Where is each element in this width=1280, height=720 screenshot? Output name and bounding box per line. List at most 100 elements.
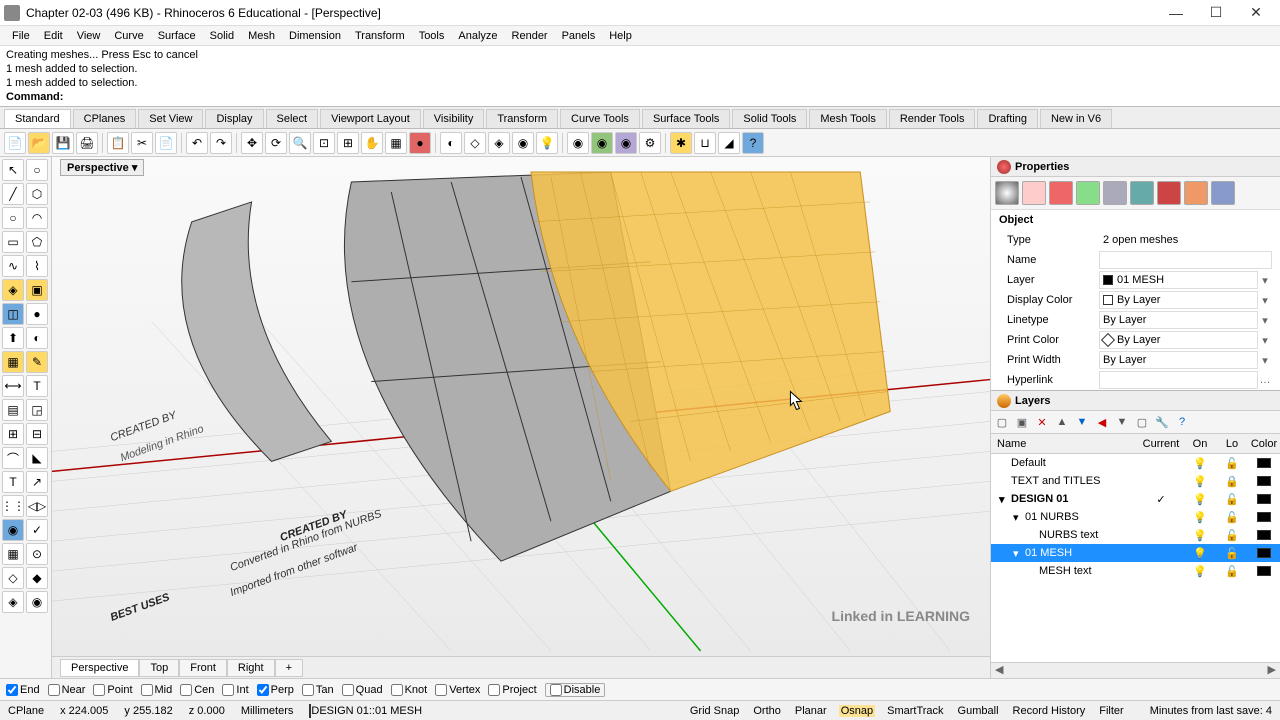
tab-mesh-tools[interactable]: Mesh Tools bbox=[809, 109, 886, 128]
tool-d-icon[interactable]: ◉ bbox=[26, 591, 48, 613]
ghosted-icon[interactable]: ◈ bbox=[488, 132, 510, 154]
polyline-icon[interactable]: ⬡ bbox=[26, 183, 48, 205]
rectangle-icon[interactable]: ▭ bbox=[2, 231, 24, 253]
prop-print-width[interactable]: Print Width By Layer▾ bbox=[991, 350, 1280, 370]
trim-icon[interactable]: ◢ bbox=[718, 132, 740, 154]
curve-icon[interactable]: ∿ bbox=[2, 255, 24, 277]
viewport[interactable]: Perspective ▾ bbox=[52, 157, 990, 678]
tools-icon[interactable]: 🔧 bbox=[1154, 414, 1170, 430]
tab-viewport-layout[interactable]: Viewport Layout bbox=[320, 109, 421, 128]
properties-panel-header[interactable]: Properties bbox=[991, 157, 1280, 177]
osnap-cen[interactable]: Cen bbox=[180, 684, 214, 696]
status-smarttrack[interactable]: SmartTrack bbox=[885, 705, 945, 717]
views-icon[interactable]: ▦ bbox=[385, 132, 407, 154]
menu-render[interactable]: Render bbox=[506, 28, 554, 44]
tab-new-v6[interactable]: New in V6 bbox=[1040, 109, 1112, 128]
tool-c-icon[interactable]: ◈ bbox=[2, 591, 24, 613]
open-icon[interactable]: 📂 bbox=[28, 132, 50, 154]
analyze-icon[interactable]: ◉ bbox=[2, 519, 24, 541]
interpcurve-icon[interactable]: ⌇ bbox=[26, 255, 48, 277]
text2-icon[interactable]: T bbox=[2, 471, 24, 493]
move-up-icon[interactable]: ▲ bbox=[1054, 414, 1070, 430]
osnap-mid[interactable]: Mid bbox=[141, 684, 173, 696]
tool-a-icon[interactable]: ◇ bbox=[2, 567, 24, 589]
tab-visibility[interactable]: Visibility bbox=[423, 109, 485, 128]
mesh-icon[interactable]: ▦ bbox=[2, 351, 24, 373]
options-icon[interactable]: ⚙ bbox=[639, 132, 661, 154]
undo-icon[interactable]: ↶ bbox=[186, 132, 208, 154]
pan-icon[interactable]: ✋ bbox=[361, 132, 383, 154]
move-down-icon[interactable]: ▼ bbox=[1074, 414, 1090, 430]
explode-icon[interactable]: ✱ bbox=[670, 132, 692, 154]
layer-row[interactable]: ▾01 NURBS 💡 🔓 bbox=[991, 508, 1280, 526]
menu-help[interactable]: Help bbox=[603, 28, 638, 44]
tab-transform[interactable]: Transform bbox=[486, 109, 558, 128]
shade-icon[interactable]: ◐ bbox=[440, 132, 462, 154]
rotate-icon[interactable]: ⟳ bbox=[265, 132, 287, 154]
layers-panel-header[interactable]: Layers bbox=[991, 391, 1280, 411]
prop-print-color[interactable]: Print Color By Layer▾ bbox=[991, 330, 1280, 350]
menu-file[interactable]: File bbox=[6, 28, 36, 44]
dim-icon[interactable]: ⟷ bbox=[2, 375, 24, 397]
xray-icon[interactable]: ◉ bbox=[512, 132, 534, 154]
new-icon[interactable]: 📄 bbox=[4, 132, 26, 154]
tab-drafting[interactable]: Drafting bbox=[977, 109, 1038, 128]
sphere-icon[interactable]: ● bbox=[26, 303, 48, 325]
command-area[interactable]: Creating meshes... Press Esc to cancel 1… bbox=[0, 46, 1280, 107]
tab-cplanes[interactable]: CPlanes bbox=[73, 109, 137, 128]
tab-standard[interactable]: Standard bbox=[4, 109, 71, 128]
prop-edge-icon[interactable] bbox=[1103, 181, 1127, 205]
polygon-icon[interactable]: ⬠ bbox=[26, 231, 48, 253]
prop-layer[interactable]: Layer 01 MESH▾ bbox=[991, 270, 1280, 290]
osnap-quad[interactable]: Quad bbox=[342, 684, 383, 696]
menu-curve[interactable]: Curve bbox=[108, 28, 149, 44]
status-layer[interactable]: DESIGN 01::01 MESH bbox=[307, 705, 424, 717]
layer-icon[interactable]: ◉ bbox=[591, 132, 613, 154]
arc-icon[interactable]: ◠ bbox=[26, 207, 48, 229]
check-icon[interactable]: ✓ bbox=[26, 519, 48, 541]
layer-list[interactable]: Default 💡 🔓 TEXT and TITLES 💡 🔒 ▾DESIGN … bbox=[991, 454, 1280, 662]
osnap-near[interactable]: Near bbox=[48, 684, 86, 696]
tab-display[interactable]: Display bbox=[205, 109, 263, 128]
extrude-icon[interactable]: ⬆ bbox=[2, 327, 24, 349]
pointer-icon[interactable]: ↖ bbox=[2, 159, 24, 181]
vtab-right[interactable]: Right bbox=[227, 659, 275, 677]
status-filter[interactable]: Filter bbox=[1097, 705, 1125, 717]
tab-curve-tools[interactable]: Curve Tools bbox=[560, 109, 640, 128]
osnap-perp[interactable]: Perp bbox=[257, 684, 294, 696]
circle-icon[interactable]: ○ bbox=[2, 207, 24, 229]
osnap-vertex[interactable]: Vertex bbox=[435, 684, 480, 696]
tab-surface-tools[interactable]: Surface Tools bbox=[642, 109, 730, 128]
tab-render-tools[interactable]: Render Tools bbox=[889, 109, 976, 128]
layer-row[interactable]: ▾DESIGN 01 ✓ 💡 🔓 bbox=[991, 490, 1280, 508]
viewport-canvas[interactable]: CREATED BY Modeling in Rhino CREATED BY … bbox=[52, 157, 990, 656]
zoom-selected-icon[interactable]: ⊞ bbox=[337, 132, 359, 154]
chevron-down-icon[interactable]: ▾ bbox=[132, 162, 138, 174]
layer-scrollbar[interactable]: ◀▶ bbox=[991, 662, 1280, 678]
zoom-extents-icon[interactable]: ⊡ bbox=[313, 132, 335, 154]
menu-transform[interactable]: Transform bbox=[349, 28, 411, 44]
save-icon[interactable]: 💾 bbox=[52, 132, 74, 154]
array-icon[interactable]: ⋮⋮ bbox=[2, 495, 24, 517]
prop-isocurve-icon[interactable] bbox=[1157, 181, 1181, 205]
tab-setview[interactable]: Set View bbox=[138, 109, 203, 128]
block-icon[interactable]: ◲ bbox=[26, 399, 48, 421]
wireframe-icon[interactable]: ◇ bbox=[464, 132, 486, 154]
prop-linetype[interactable]: Linetype By Layer▾ bbox=[991, 310, 1280, 330]
vtab-front[interactable]: Front bbox=[179, 659, 227, 677]
status-recordhistory[interactable]: Record History bbox=[1011, 705, 1088, 717]
layer-row[interactable]: MESH text 💡 🔓 bbox=[991, 562, 1280, 580]
menu-solid[interactable]: Solid bbox=[204, 28, 240, 44]
vtab-top[interactable]: Top bbox=[139, 659, 179, 677]
new-sublayer-icon[interactable]: ▣ bbox=[1014, 414, 1030, 430]
status-units[interactable]: Millimeters bbox=[239, 705, 296, 717]
prop-light-icon[interactable] bbox=[1184, 181, 1208, 205]
layerprops-icon[interactable]: ▢ bbox=[1134, 414, 1150, 430]
move-left-icon[interactable]: ◀ bbox=[1094, 414, 1110, 430]
redo-icon[interactable]: ↷ bbox=[210, 132, 232, 154]
osnap-point[interactable]: Point bbox=[93, 684, 132, 696]
menu-analyze[interactable]: Analyze bbox=[452, 28, 503, 44]
osnap-end[interactable]: End bbox=[6, 684, 40, 696]
help-layer-icon[interactable]: ? bbox=[1174, 414, 1190, 430]
layer-row[interactable]: TEXT and TITLES 💡 🔒 bbox=[991, 472, 1280, 490]
